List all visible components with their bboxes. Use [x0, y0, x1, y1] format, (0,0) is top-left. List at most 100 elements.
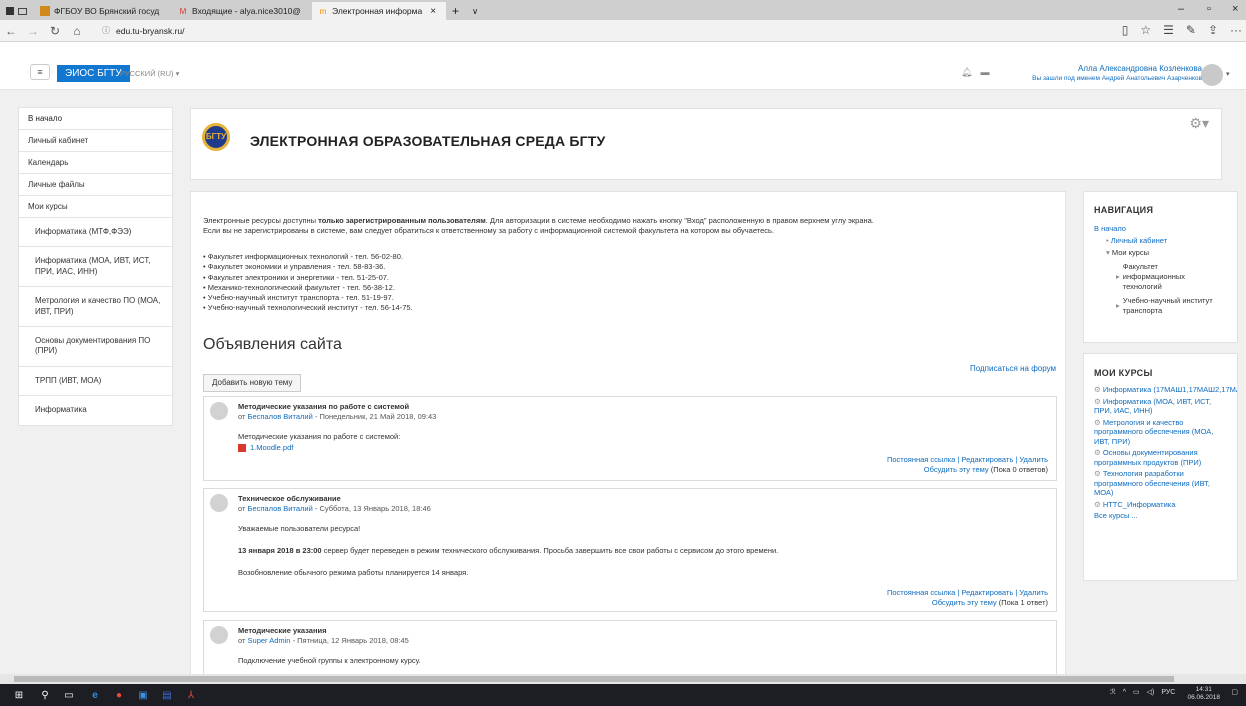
new-tab-button[interactable]: +: [446, 2, 466, 20]
menu-toggle-button[interactable]: ≡: [30, 64, 50, 80]
tab-bstu[interactable]: ФГБОУ ВО Брянский госуд: [34, 2, 172, 20]
avatar[interactable]: [210, 626, 228, 644]
language-menu[interactable]: РУССКИЙ (RU) ▾: [120, 69, 179, 78]
nav-course-item[interactable]: ТРПП (ИВТ, МОА): [19, 367, 172, 397]
post-byline: от Беспалов Виталий - Понедельник, 21 Ма…: [238, 412, 437, 421]
pdf-reader-icon[interactable]: ⅄: [184, 688, 198, 702]
tab-list-button[interactable]: ∨: [466, 2, 486, 20]
add-topic-button[interactable]: Добавить новую тему: [203, 374, 302, 392]
author-link[interactable]: Беспалов Виталий: [248, 412, 313, 421]
nav-course-node[interactable]: Учебно-научный институт транспорта: [1123, 296, 1213, 316]
reading-view-icon[interactable]: ▯: [1122, 23, 1129, 37]
page-title: ЭЛЕКТРОННАЯ ОБРАЗОВАТЕЛЬНАЯ СРЕДА БГТУ: [250, 133, 606, 149]
tab-preview-icon[interactable]: [18, 7, 27, 15]
post-action-links[interactable]: Постоянная ссылка | Редактировать | Удал…: [887, 588, 1048, 597]
home-icon[interactable]: ⌂: [66, 24, 88, 38]
avatar[interactable]: [210, 402, 228, 420]
horizontal-scrollbar[interactable]: [0, 674, 1246, 684]
course-link[interactable]: Основы документирования программных прод…: [1094, 448, 1201, 467]
nav-course-item[interactable]: Информатика (МОА, ИВТ, ИСТ, ПРИ, ИАС, ИН…: [19, 247, 172, 288]
nav-item-files[interactable]: Личные файлы: [19, 174, 172, 196]
favorites-hub-icon[interactable]: ☰: [1163, 23, 1174, 37]
tab-eios[interactable]: m Электронная информа ×: [312, 2, 446, 20]
nav-item-home[interactable]: В начало: [19, 108, 172, 130]
nav-course-item[interactable]: Информатика: [19, 396, 172, 424]
post-action-links[interactable]: Постоянная ссылка | Редактировать | Удал…: [887, 455, 1048, 464]
course-link[interactable]: Метрология и качество программного обесп…: [1094, 418, 1213, 446]
post-actions: Постоянная ссылка | Редактировать | Удал…: [886, 455, 1048, 474]
list-item: • Учебно-научный институт транспорта - т…: [203, 293, 394, 303]
discuss-link[interactable]: Обсудить эту тему: [924, 465, 989, 474]
tab-actions-icon[interactable]: [6, 7, 14, 15]
close-window-icon[interactable]: ×: [1232, 3, 1238, 15]
post-subject: Методические указания по работе с систем…: [238, 402, 410, 411]
search-icon[interactable]: ⚲: [38, 688, 52, 702]
minimize-icon[interactable]: –: [1178, 3, 1184, 15]
nav-item-calendar[interactable]: Календарь: [19, 152, 172, 174]
chrome-icon[interactable]: ●: [112, 688, 126, 702]
course-link[interactable]: Информатика (МОА, ИВТ, ИСТ, ПРИ, ИАС, ИН…: [1094, 397, 1211, 416]
attachment-link[interactable]: 1.Moodle.pdf: [250, 443, 293, 452]
user-name[interactable]: Алла Александровна Козленкова: [1032, 64, 1202, 73]
forward-icon[interactable]: →: [22, 24, 44, 38]
restore-icon[interactable]: ▫: [1207, 3, 1211, 15]
notifications-bell-icon[interactable]: 🔔︎: [961, 67, 972, 78]
store-icon[interactable]: ▣: [136, 688, 150, 702]
edge-icon[interactable]: e: [88, 688, 102, 702]
people-icon[interactable]: ℛ: [1110, 688, 1116, 696]
favorite-star-icon[interactable]: ☆: [1140, 23, 1151, 37]
notes-pen-icon[interactable]: ✎: [1186, 23, 1196, 37]
input-language[interactable]: РУС: [1161, 689, 1175, 696]
info-icon[interactable]: ⓘ: [102, 25, 110, 36]
navigation-block: НАВИГАЦИЯ В начало • Личный кабинет ▾ Мо…: [1083, 191, 1238, 343]
user-menu-caret-icon[interactable]: ▾: [1226, 70, 1230, 78]
tray-chevron-icon[interactable]: ^: [1123, 689, 1126, 696]
volume-icon[interactable]: ◁): [1147, 688, 1155, 696]
back-icon[interactable]: ←: [0, 24, 22, 38]
nav-home-link[interactable]: В начало: [1094, 224, 1126, 233]
logged-in-as[interactable]: Вы зашли под именем Андрей Анатольевич А…: [1032, 75, 1202, 82]
scrollbar-thumb[interactable]: [14, 676, 1174, 682]
expand-icon[interactable]: ▸: [1116, 272, 1120, 292]
avatar[interactable]: [210, 494, 228, 512]
nav-item-dashboard[interactable]: Личный кабинет: [19, 130, 172, 152]
course-icon: ⚙: [1094, 448, 1103, 457]
course-link[interactable]: Информатика (17МАШ1,17МАШ2,17МАШ3,17МТМ,…: [1103, 385, 1237, 394]
task-view-icon[interactable]: ▭: [62, 688, 76, 702]
avatar[interactable]: [1201, 64, 1223, 86]
more-icon[interactable]: ···: [1230, 23, 1242, 37]
clock[interactable]: 14:31 06.06.2018: [1187, 686, 1220, 702]
course-link[interactable]: Технология разработки программного обесп…: [1094, 469, 1210, 497]
nav-course-item[interactable]: Основы документирования ПО (ПРИ): [19, 327, 172, 367]
course-icon: ⚙: [1094, 417, 1103, 427]
author-link[interactable]: Беспалов Виталий: [248, 504, 313, 513]
all-courses-link[interactable]: Все курсы ...: [1094, 511, 1138, 520]
refresh-icon[interactable]: ↻: [44, 24, 66, 38]
list-item: • Факультет информационных технологий - …: [203, 252, 403, 261]
subscribe-link[interactable]: Подписаться на форум: [970, 364, 1056, 373]
nav-dashboard-link[interactable]: Личный кабинет: [1111, 236, 1167, 245]
tab-actions[interactable]: [0, 2, 34, 20]
author-link[interactable]: Super Admin: [248, 636, 291, 645]
brand-link[interactable]: ЭИОС БГТУ: [57, 65, 130, 82]
tab-mail[interactable]: M Входящие - alya.nice3010@: [172, 2, 312, 20]
notifications-icon[interactable]: ▢: [1231, 688, 1238, 696]
forum-post: Методические указания по работе с систем…: [203, 396, 1057, 481]
attachment[interactable]: 1.Moodle.pdf: [238, 443, 293, 453]
discuss-link[interactable]: Обсудить эту тему: [932, 598, 997, 607]
word-icon[interactable]: ▤: [160, 688, 174, 702]
gear-icon[interactable]: ⚙▾: [1189, 115, 1209, 132]
close-tab-icon[interactable]: ×: [430, 6, 436, 17]
nav-course-item[interactable]: Информатика (МТФ,ФЭЭ): [19, 218, 172, 248]
nav-item-mycourses[interactable]: Мои курсы: [19, 196, 172, 218]
messages-icon[interactable]: ▬: [980, 67, 989, 78]
url-field[interactable]: edu.tu-bryansk.ru/: [116, 26, 185, 36]
expand-icon[interactable]: ▸: [1116, 301, 1120, 316]
nav-course-node[interactable]: Факультет информационных технологий: [1123, 262, 1205, 292]
course-link[interactable]: НТТС_Информатика: [1103, 500, 1176, 509]
network-icon[interactable]: ▭: [1133, 688, 1140, 696]
share-icon[interactable]: ⇪: [1208, 23, 1218, 37]
windows-start-icon[interactable]: ⊞: [12, 688, 26, 702]
user-menu[interactable]: Алла Александровна Козленкова Вы зашли п…: [1032, 64, 1202, 82]
nav-course-item[interactable]: Метрология и качество ПО (МОА, ИВТ, ПРИ): [19, 287, 172, 327]
